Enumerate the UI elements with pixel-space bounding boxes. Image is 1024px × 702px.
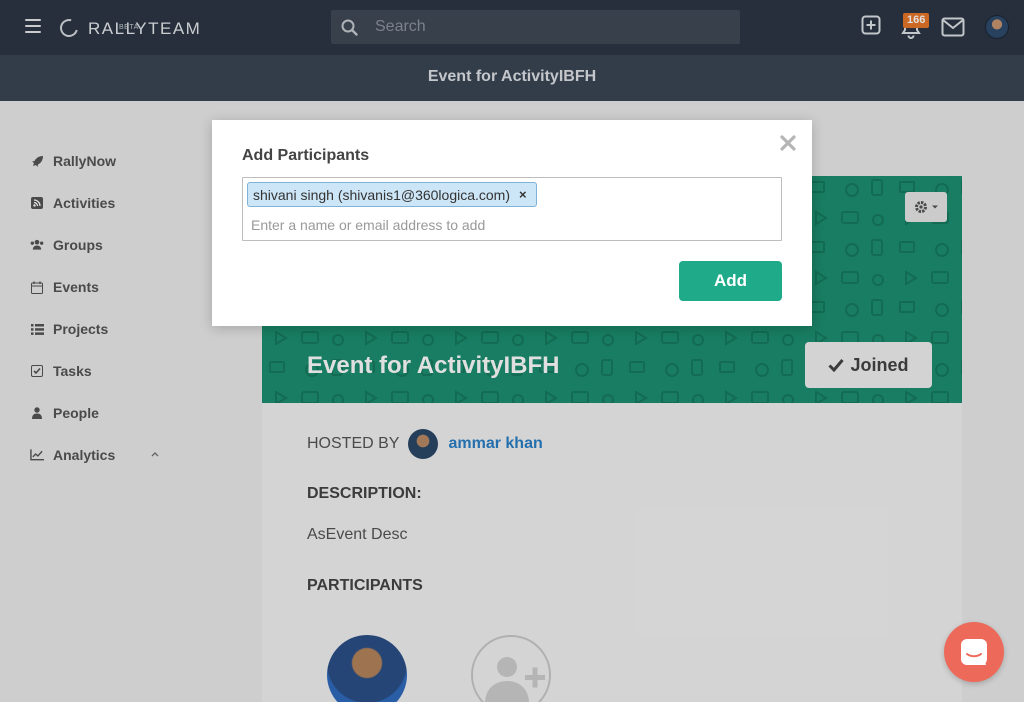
chat-icon [961, 639, 987, 665]
participants-tag-input[interactable]: shivani singh (shivanis1@360logica.com) … [242, 177, 782, 241]
selected-participant-tag: shivani singh (shivanis1@360logica.com) … [247, 182, 537, 207]
tag-label: shivani singh (shivanis1@360logica.com) [253, 186, 511, 203]
remove-tag-button[interactable]: × [519, 187, 527, 202]
add-button[interactable]: Add [679, 261, 782, 301]
modal-title: Add Participants [242, 147, 370, 164]
close-icon[interactable] [779, 134, 797, 152]
modal-backdrop[interactable] [0, 0, 1024, 702]
add-participants-modal: Add Participants shivani singh (shivanis… [212, 120, 812, 326]
chat-launcher-button[interactable] [944, 622, 1004, 682]
participant-search-input[interactable] [251, 215, 771, 235]
